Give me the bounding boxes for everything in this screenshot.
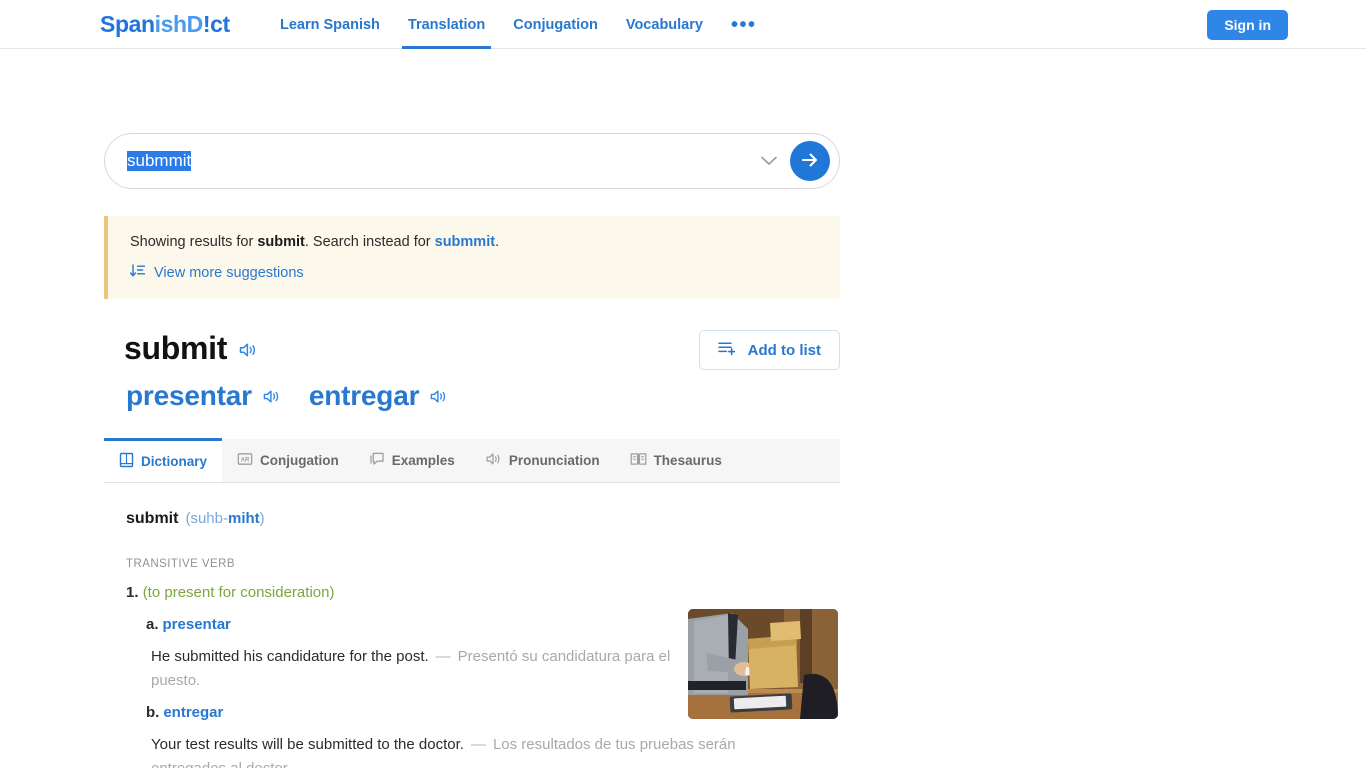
- example-1a: He submitted his candidature for the pos…: [151, 645, 676, 693]
- list-plus-icon: [717, 340, 737, 361]
- dictionary-entry-head: submit (suhb-miht): [126, 508, 265, 530]
- subsense-letter: b.: [146, 704, 160, 721]
- arrow-right-icon: [800, 151, 820, 172]
- site-header: SpanishD!ct Learn Spanish Translation Co…: [0, 0, 1366, 49]
- book-open-icon: [630, 451, 647, 470]
- tab-thesaurus[interactable]: Thesaurus: [615, 439, 737, 482]
- nav-item-conjugation[interactable]: Conjugation: [499, 0, 612, 49]
- nav-label: Translation: [407, 16, 486, 33]
- sense-number: 1.: [126, 584, 139, 601]
- notice-suffix: .: [495, 234, 500, 250]
- tab-dictionary[interactable]: Dictionary: [104, 438, 223, 482]
- translation-word-2[interactable]: entregar: [309, 377, 420, 415]
- subsense-translation[interactable]: presentar: [163, 616, 231, 633]
- subsense-heading: b. entregar: [146, 702, 676, 724]
- subsense-letter: a.: [146, 616, 159, 633]
- entry-tabs: Dictionary AR Conjugation Examples Pronu…: [104, 438, 840, 483]
- example-text: Your test results will be submitted to t…: [151, 733, 801, 768]
- sign-in-button[interactable]: Sign in: [1207, 10, 1288, 40]
- spelling-suggestion-text: Showing results for submit. Search inste…: [130, 232, 840, 252]
- example-dash: —: [470, 736, 486, 753]
- subsense-1a: a. presentar: [146, 614, 676, 636]
- logo-part-2: ishD: [154, 11, 204, 37]
- tab-label: Pronunciation: [508, 453, 600, 468]
- pron-close: ): [259, 510, 265, 527]
- logo-part-3: !ct: [202, 11, 230, 37]
- tab-label: Examples: [391, 453, 455, 468]
- nav-label: Vocabulary: [625, 16, 703, 33]
- view-more-suggestions-link[interactable]: View more suggestions: [129, 264, 304, 282]
- subsense-1b: b. entregar: [146, 702, 676, 724]
- entry-illustration-photo[interactable]: [688, 609, 838, 719]
- search-submit-button[interactable]: [790, 141, 830, 181]
- subsense-heading: a. presentar: [146, 614, 676, 636]
- headword-text: submit: [124, 330, 228, 366]
- example-english: He submitted his candidature for the pos…: [151, 648, 429, 665]
- speaker-icon: [485, 451, 502, 470]
- notice-corrected-term: submit: [257, 234, 305, 250]
- nav-label: Conjugation: [513, 16, 598, 33]
- entry-word: submit: [126, 510, 179, 527]
- chevron-down-icon[interactable]: [756, 148, 782, 174]
- tab-pronunciation[interactable]: Pronunciation: [470, 439, 615, 482]
- ar-box-icon: AR: [237, 451, 253, 470]
- speech-bubble-icon: [369, 451, 385, 470]
- search-bar[interactable]: submmit: [104, 133, 840, 189]
- page-title: submit: [124, 327, 258, 369]
- tab-examples[interactable]: Examples: [354, 439, 470, 482]
- add-to-list-button[interactable]: Add to list: [698, 330, 840, 370]
- nav-item-vocabulary[interactable]: Vocabulary: [612, 0, 717, 49]
- translation-word-1[interactable]: presentar: [126, 377, 252, 415]
- tab-label: Dictionary: [141, 454, 208, 469]
- pron-part-a: suhb-: [190, 510, 228, 527]
- speaker-icon[interactable]: [262, 377, 281, 415]
- headword-row: submit Add to list: [124, 327, 840, 370]
- main-nav: Learn Spanish Translation Conjugation Vo…: [266, 0, 770, 49]
- speaker-icon[interactable]: [429, 377, 448, 415]
- site-logo[interactable]: SpanishD!ct: [100, 10, 230, 38]
- example-dash: —: [435, 648, 451, 665]
- nav-label: Learn Spanish: [280, 16, 380, 33]
- pron-part-b: miht: [227, 510, 260, 527]
- view-more-suggestions-label: View more suggestions: [154, 265, 304, 281]
- search-instead-link[interactable]: submmit: [435, 234, 495, 250]
- speaker-icon[interactable]: [238, 327, 258, 369]
- more-menu-icon[interactable]: •••: [717, 0, 771, 49]
- svg-text:AR: AR: [241, 457, 250, 463]
- example-1b: Your test results will be submitted to t…: [151, 733, 811, 768]
- subsense-translation[interactable]: entregar: [163, 704, 223, 721]
- book-closed-icon: [119, 452, 134, 471]
- nav-item-learn-spanish[interactable]: Learn Spanish: [266, 0, 394, 49]
- translation-list: presentar entregar: [126, 377, 448, 415]
- sort-list-icon: [129, 264, 146, 282]
- spelling-suggestion-banner: Showing results for submit. Search inste…: [104, 216, 840, 299]
- add-to-list-label: Add to list: [747, 341, 821, 359]
- tab-conjugation[interactable]: AR Conjugation: [222, 439, 354, 482]
- sense-1: 1. (to present for consideration): [126, 582, 706, 604]
- notice-middle: . Search instead for: [304, 234, 435, 250]
- sense-context: (to present for consideration): [142, 584, 335, 601]
- logo-part-1: Span: [100, 11, 155, 37]
- entry-pronunciation[interactable]: (suhb-miht): [185, 510, 264, 527]
- notice-prefix: Showing results for: [130, 234, 258, 250]
- tab-label: Conjugation: [260, 453, 339, 468]
- search-input[interactable]: submmit: [105, 151, 756, 171]
- tab-label: Thesaurus: [653, 453, 722, 468]
- sense-heading: 1. (to present for consideration): [126, 582, 706, 604]
- nav-item-translation[interactable]: Translation: [394, 0, 499, 49]
- example-english: Your test results will be submitted to t…: [151, 736, 464, 753]
- search-input-value: submmit: [127, 151, 192, 171]
- part-of-speech-label: TRANSITIVE VERB: [126, 558, 235, 570]
- example-text: He submitted his candidature for the pos…: [151, 645, 676, 693]
